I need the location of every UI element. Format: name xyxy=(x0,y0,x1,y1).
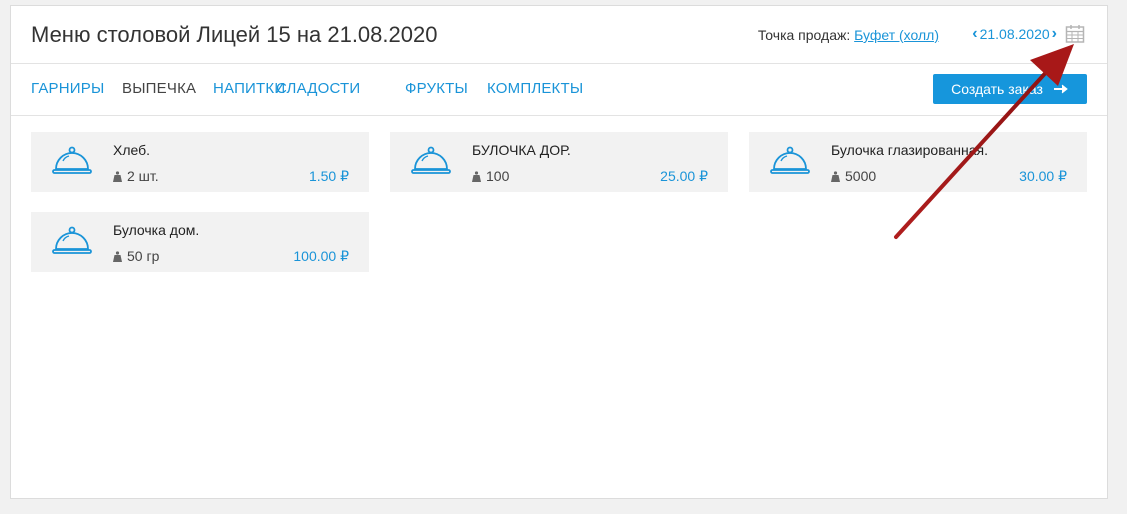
header: Меню столовой Лицей 15 на 21.08.2020 Точ… xyxy=(11,6,1107,64)
tab-sweets[interactable]: СЛАДОСТИ xyxy=(276,80,360,97)
create-order-button[interactable]: Создать заказ xyxy=(933,74,1087,104)
weight-icon xyxy=(831,170,840,182)
cloche-icon xyxy=(770,146,810,174)
menu-panel: Меню столовой Лицей 15 на 21.08.2020 Точ… xyxy=(10,5,1108,499)
create-order-label: Создать заказ xyxy=(951,81,1043,97)
menu-item-card[interactable]: БУЛОЧКА ДОР. 100 25.00 ₽ xyxy=(390,132,728,192)
tab-fruits[interactable]: ФРУКТЫ xyxy=(405,80,468,97)
menu-item-card[interactable]: Булочка глазированная. 5000 30.00 ₽ xyxy=(749,132,1087,192)
item-name: Булочка дом. xyxy=(113,222,200,238)
item-price: 100.00 ₽ xyxy=(293,248,349,264)
item-weight-value: 100 xyxy=(486,168,510,184)
chevron-right-icon[interactable]: › xyxy=(1052,26,1057,42)
item-price: 25.00 ₽ xyxy=(660,168,708,184)
category-tabs: ГАРНИРЫ ВЫПЕЧКА НАПИТКИ СЛАДОСТИ ФРУКТЫ … xyxy=(11,63,1107,116)
cloche-icon xyxy=(52,226,92,254)
cloche-icon xyxy=(411,146,451,174)
tab-sets[interactable]: КОМПЛЕКТЫ xyxy=(487,80,583,97)
item-weight-value: 50 гр xyxy=(127,248,160,264)
calendar-icon[interactable] xyxy=(1065,24,1085,44)
item-price: 1.50 ₽ xyxy=(308,168,349,184)
item-name: Булочка глазированная. xyxy=(831,142,988,158)
item-price: 30.00 ₽ xyxy=(1019,168,1067,184)
item-weight-value: 5000 xyxy=(845,168,877,184)
sale-point: Точка продаж: Буфет (холл) xyxy=(758,27,939,43)
cloche-icon xyxy=(52,146,92,174)
item-weight: 2 шт. xyxy=(113,168,159,184)
weight-icon xyxy=(113,170,122,182)
item-weight: 50 гр xyxy=(113,248,159,264)
item-name: БУЛОЧКА ДОР. xyxy=(472,142,571,158)
menu-item-card[interactable]: Булочка дом. 50 гр 100.00 ₽ xyxy=(31,212,369,272)
weight-icon xyxy=(113,250,122,262)
tab-drinks[interactable]: НАПИТКИ xyxy=(213,80,285,97)
sale-point-link[interactable]: Буфет (холл) xyxy=(854,27,939,43)
page-title: Меню столовой Лицей 15 на 21.08.2020 xyxy=(31,22,438,47)
date-value: 21.08.2020 xyxy=(979,26,1050,42)
chevron-left-icon[interactable]: ‹ xyxy=(972,26,977,42)
tab-bakery[interactable]: ВЫПЕЧКА xyxy=(122,80,196,97)
sale-point-label: Точка продаж: xyxy=(757,27,851,43)
item-weight-value: 2 шт. xyxy=(127,168,159,184)
date-nav: ‹ 21.08.2020 › xyxy=(972,26,1057,43)
weight-icon xyxy=(472,170,481,182)
item-weight: 100 xyxy=(472,168,509,184)
menu-item-card[interactable]: Хлеб. 2 шт. 1.50 ₽ xyxy=(31,132,369,192)
item-name: Хлеб. xyxy=(113,142,151,158)
arrow-right-icon xyxy=(1053,84,1068,94)
tab-garnish[interactable]: ГАРНИРЫ xyxy=(31,80,104,97)
item-weight: 5000 xyxy=(831,168,876,184)
